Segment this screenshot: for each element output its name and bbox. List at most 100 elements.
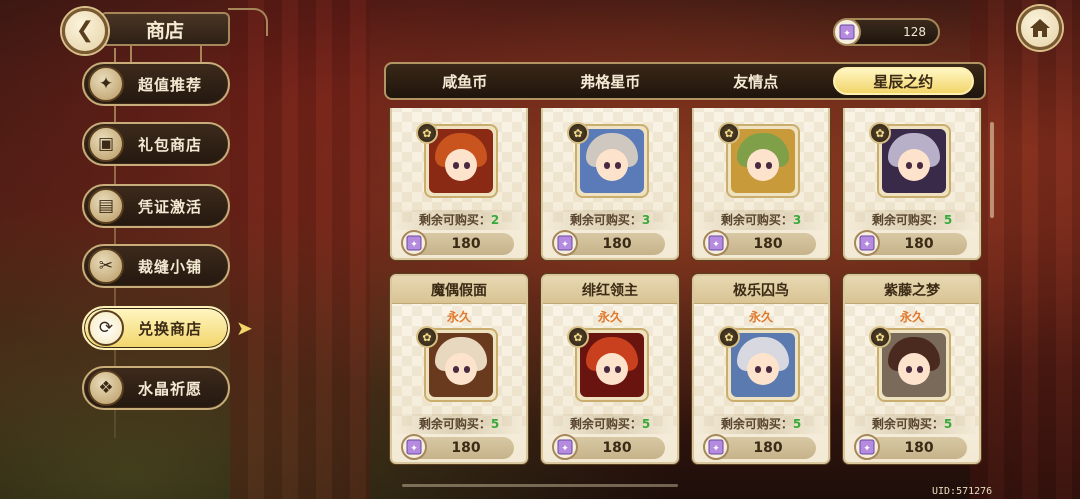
home-button[interactable] (1018, 6, 1062, 50)
sidebar-item-6[interactable]: ❖ 水晶祈愿 (82, 366, 230, 410)
buy-price-button[interactable]: ✦ 180 (552, 434, 665, 460)
rarity-badge-icon: ✿ (567, 122, 589, 144)
gift-icon: ▣ (88, 126, 124, 162)
tab-1[interactable]: 咸鱼币 (396, 67, 534, 95)
background-curtain-left (230, 0, 370, 499)
tab-3[interactable]: 友情点 (687, 67, 825, 95)
remaining-label: 剩余可购买： (720, 213, 793, 227)
shop-item-card[interactable]: 极乐囚鸟 永久 ✿ 剩余可购买：5 ✦ 180 (692, 274, 830, 464)
remaining-label: 剩余可购买： (871, 213, 944, 227)
svg-text:✦: ✦ (561, 240, 569, 250)
currency-tabs: 咸鱼币 弗格星币 友情点 星辰之约 (384, 62, 986, 100)
rarity-badge-icon: ✿ (869, 122, 891, 144)
price-value: 180 (904, 236, 934, 252)
exchange-icon: ⟳ (88, 310, 124, 346)
shop-item-card[interactable]: 魔偶假面 永久 ✿ 剩余可购买：5 ✦ 180 (390, 274, 528, 464)
star-crystal-icon: ✦ (401, 230, 427, 256)
sidebar-item-label: 水晶祈愿 (138, 379, 203, 398)
shop-item-grid: ✿ 剩余可购买：2 ✦ 180 ✿ 剩余可购买：3 ✦ 180 ✿ 剩余可购买：3 ✦ 180 ✿ 剩余可… (384, 108, 984, 480)
shop-item-card[interactable]: ✿ 剩余可购买：5 ✦ 180 (843, 108, 981, 260)
sidebar-item-5[interactable]: ⟳ 兑换商店 (82, 306, 230, 350)
star-crystal-icon: ✦ (703, 434, 729, 460)
remaining-purchases: 剩余可购买：3 (543, 210, 677, 230)
back-button[interactable]: ❮ (62, 8, 108, 54)
rarity-badge-icon: ✿ (869, 326, 891, 348)
remaining-count: 5 (490, 417, 500, 431)
remaining-purchases: 剩余可购买：3 (694, 210, 828, 230)
remaining-purchases: 剩余可购买：5 (845, 210, 979, 230)
star-crystal-icon: ✦ (854, 434, 880, 460)
voucher-icon: ▤ (88, 188, 124, 224)
remaining-purchases: 剩余可购买：5 (694, 414, 828, 434)
price-value: 180 (753, 440, 783, 456)
user-id: UID:571276 (932, 486, 993, 497)
sidebar-item-label: 裁缝小铺 (138, 257, 203, 276)
buy-price-button[interactable]: ✦ 180 (854, 434, 967, 460)
buy-price-button[interactable]: ✦ 180 (401, 434, 514, 460)
shop-item-card[interactable]: ✿ 剩余可购买：3 ✦ 180 (692, 108, 830, 260)
character-portrait (882, 129, 946, 193)
star-crystal-icon: ✦ (552, 230, 578, 256)
sidebar-item-label: 凭证激活 (138, 197, 203, 216)
star-crystal-icon: ✦ (854, 230, 880, 256)
sidebar-item-2[interactable]: ▣ 礼包商店 (82, 122, 230, 166)
vertical-scrollbar[interactable] (990, 122, 994, 218)
active-indicator-arrow-icon: ➤ (236, 316, 253, 340)
item-name: 极乐囚鸟 (694, 276, 828, 304)
shop-item-card[interactable]: ✿ 剩余可购买：2 ✦ 180 (390, 108, 528, 260)
remaining-count: 3 (792, 213, 802, 227)
tab-4[interactable]: 星辰之约 (832, 67, 974, 95)
sidebar-item-3[interactable]: ▤ 凭证激活 (82, 184, 230, 228)
remaining-label: 剩余可购买： (720, 417, 793, 431)
character-portrait (429, 333, 493, 397)
tab-2[interactable]: 弗格星币 (542, 67, 680, 95)
price-value: 180 (451, 440, 481, 456)
currency-display[interactable]: ✦ 128 (833, 18, 940, 46)
character-portrait (580, 333, 644, 397)
buy-price-button[interactable]: ✦ 180 (401, 230, 514, 256)
rarity-badge-icon: ✿ (567, 326, 589, 348)
item-name: 绯红领主 (543, 276, 677, 304)
remaining-purchases: 剩余可购买：2 (392, 210, 526, 230)
rarity-badge-icon: ✿ (718, 122, 740, 144)
sparkle-icon: ✦ (88, 66, 124, 102)
character-portrait (882, 333, 946, 397)
shop-item-card[interactable]: ✿ 剩余可购买：3 ✦ 180 (541, 108, 679, 260)
star-crystal-icon: ✦ (401, 434, 427, 460)
svg-text:✦: ✦ (410, 444, 418, 454)
item-duration: 永久 (748, 310, 773, 324)
character-portrait (731, 129, 795, 193)
remaining-label: 剩余可购买： (569, 213, 642, 227)
item-duration: 永久 (597, 310, 622, 324)
remaining-count: 5 (792, 417, 802, 431)
sidebar-item-label: 超值推荐 (138, 75, 203, 94)
buy-price-button[interactable]: ✦ 180 (552, 230, 665, 256)
crystal-icon: ❖ (88, 370, 124, 406)
sidebar-item-4[interactable]: ✂ 裁缝小铺 (82, 244, 230, 288)
shop-item-card[interactable]: 绯红领主 永久 ✿ 剩余可购买：5 ✦ 180 (541, 274, 679, 464)
sidebar-item-label: 兑换商店 (138, 319, 203, 338)
remaining-count: 5 (641, 417, 651, 431)
remaining-label: 剩余可购买： (418, 213, 491, 227)
sidebar-item-1[interactable]: ✦ 超值推荐 (82, 62, 230, 106)
item-name: 紫藤之梦 (845, 276, 979, 304)
shop-item-card[interactable]: 紫藤之梦永久 ✿ 剩余可购买：5 ✦ 180 (843, 274, 981, 464)
remaining-purchases: 剩余可购买：5 (845, 414, 979, 434)
svg-text:✦: ✦ (561, 444, 569, 454)
buy-price-button[interactable]: ✦ 180 (703, 434, 816, 460)
star-crystal-icon: ✦ (552, 434, 578, 460)
item-duration: 永久 (899, 310, 924, 324)
remaining-purchases: 剩余可购买：5 (392, 414, 526, 434)
title-ornament (228, 8, 268, 36)
item-name: 魔偶假面 (392, 276, 526, 304)
remaining-count: 5 (943, 417, 953, 431)
svg-text:✦: ✦ (863, 444, 871, 454)
remaining-count: 2 (490, 213, 500, 227)
character-portrait (731, 333, 795, 397)
page-title: 商店 (100, 12, 230, 46)
rarity-badge-icon: ✿ (416, 122, 438, 144)
horizontal-scrollbar[interactable] (402, 484, 678, 487)
buy-price-button[interactable]: ✦ 180 (854, 230, 967, 256)
buy-price-button[interactable]: ✦ 180 (703, 230, 816, 256)
tailor-icon: ✂ (88, 248, 124, 284)
